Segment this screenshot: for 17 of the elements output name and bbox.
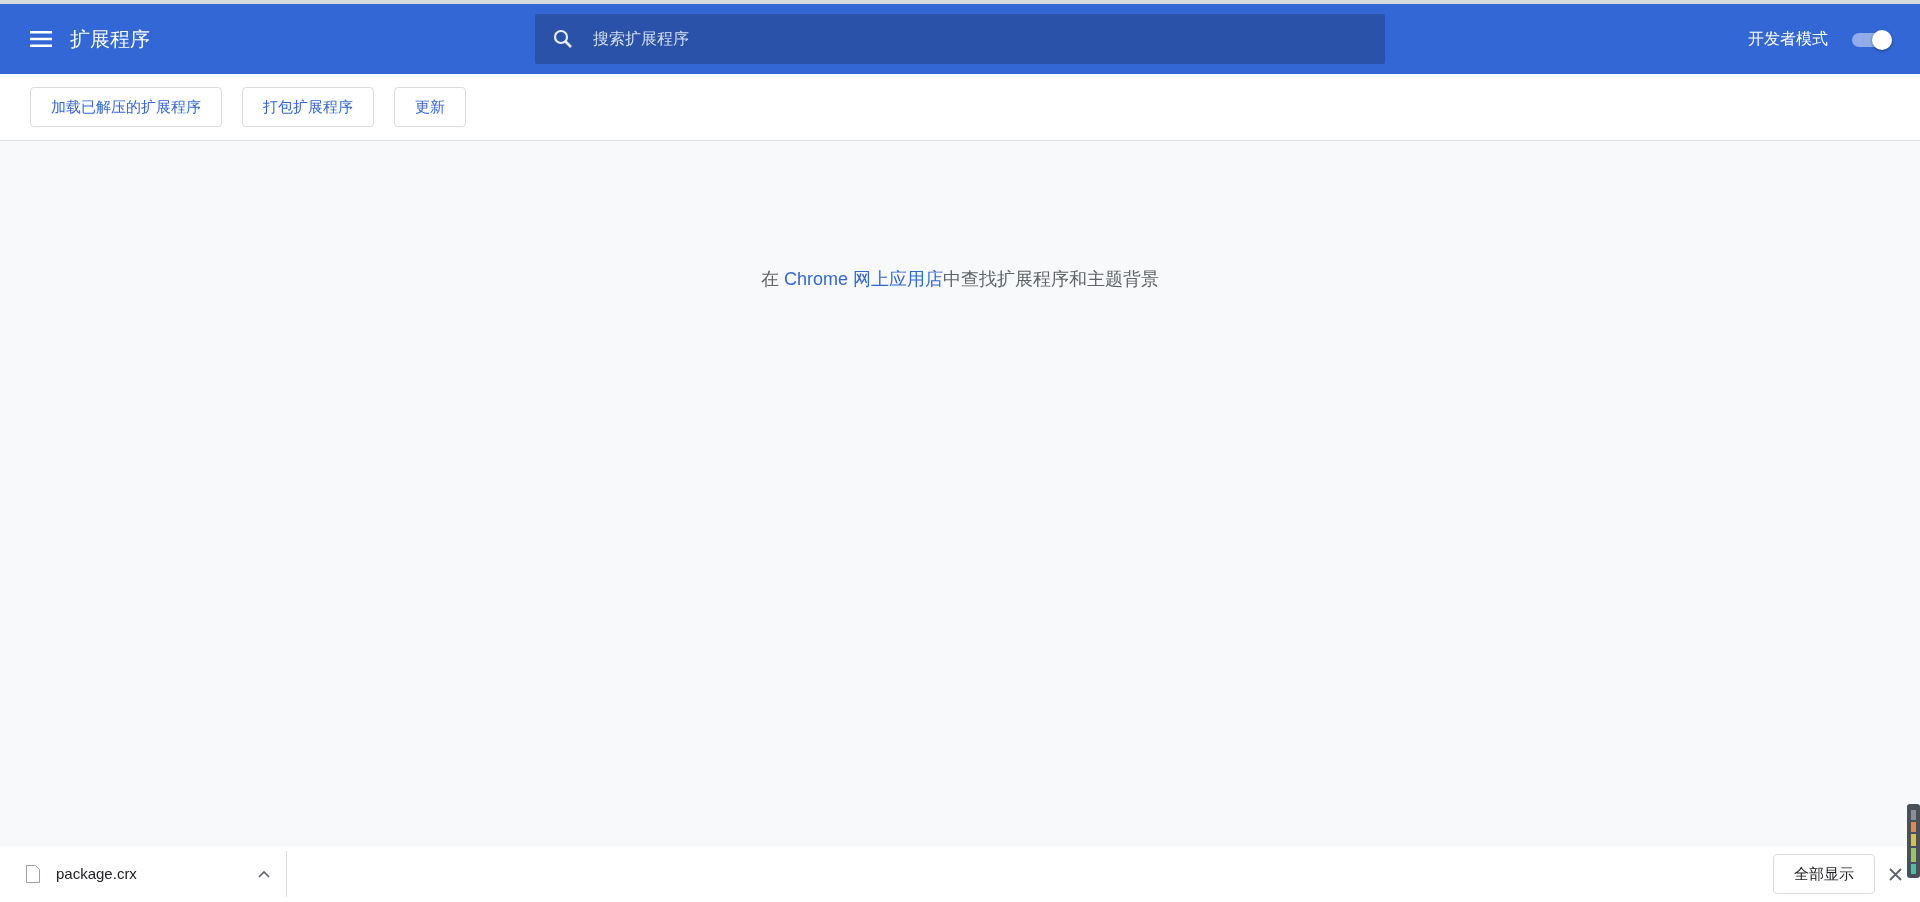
show-all-button[interactable]: 全部显示	[1773, 854, 1875, 894]
toolbar-button[interactable]: 加载已解压的扩展程序	[30, 87, 222, 127]
toolbar-button[interactable]: 更新	[394, 87, 466, 127]
store-link[interactable]: Chrome 网上应用店	[784, 269, 943, 289]
toolbar-button[interactable]: 打包扩展程序	[242, 87, 374, 127]
chevron-up-icon[interactable]	[258, 870, 270, 878]
search-field[interactable]: 搜索扩展程序	[535, 14, 1385, 64]
meter-widget-icon	[1907, 804, 1920, 878]
developer-mode-label: 开发者模式	[1748, 29, 1828, 49]
download-file-name[interactable]: package.crx	[56, 862, 137, 886]
close-button[interactable]	[1889, 867, 1902, 881]
developer-mode-toggle[interactable]	[1852, 29, 1892, 49]
page-title: 扩展程序	[70, 27, 150, 52]
menu-icon[interactable]	[30, 30, 52, 48]
file-icon	[26, 865, 40, 883]
store-message: 在 Chrome 网上应用店中查找扩展程序和主题背景	[760, 268, 1159, 291]
search-icon	[553, 29, 573, 49]
